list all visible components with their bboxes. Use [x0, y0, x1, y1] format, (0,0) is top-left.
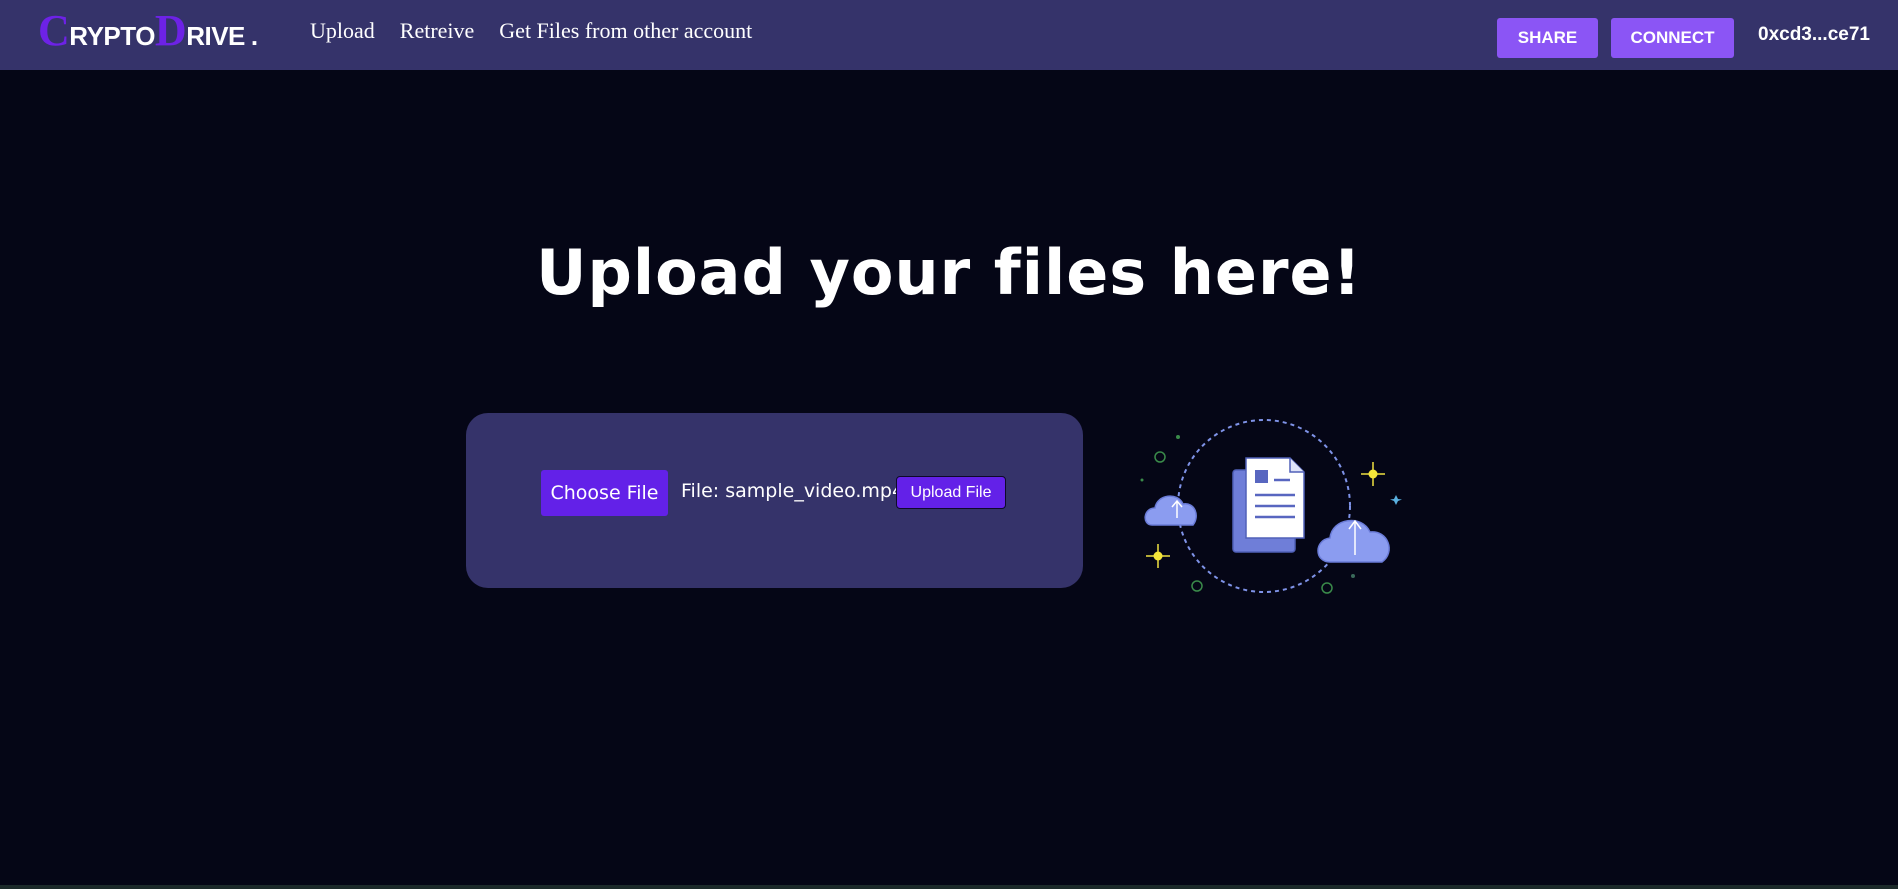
document-icon — [1232, 457, 1305, 553]
brand-letter-c: C — [38, 6, 70, 55]
brand-letter-d: D — [154, 6, 187, 55]
brand-dot: . — [250, 21, 258, 51]
nav-link-get-files[interactable]: Get Files from other account — [499, 18, 752, 44]
sparkle-icon — [1146, 544, 1170, 568]
cloud-upload-icon — [1317, 519, 1390, 563]
brand-word-rive: RIVE — [186, 21, 245, 51]
share-button[interactable]: SHARE — [1497, 18, 1598, 58]
nav-links: Upload Retreive Get Files from other acc… — [310, 18, 752, 44]
top-navbar: C RYPTO D RIVE . Upload Retreive Get Fil… — [0, 0, 1898, 70]
upload-file-button[interactable]: Upload File — [896, 476, 1006, 509]
decor-dot — [1140, 478, 1144, 482]
nav-link-upload[interactable]: Upload — [310, 18, 375, 44]
decor-dot — [1351, 574, 1355, 578]
decor-circle — [1191, 580, 1203, 592]
wallet-address: 0xcd3...ce71 — [1758, 24, 1870, 45]
sparkle-icon — [1390, 495, 1402, 505]
brand-word-rypto: RYPTO — [69, 21, 155, 51]
decor-circle — [1321, 582, 1333, 594]
brand-logo[interactable]: C RYPTO D RIVE . — [38, 6, 258, 56]
page-title: Upload your files here! — [536, 236, 1362, 309]
selected-file-label: File: sample_video.mp4 — [681, 480, 905, 502]
bottom-border — [0, 885, 1898, 889]
decor-circle — [1154, 451, 1166, 463]
decor-dot — [1176, 435, 1180, 439]
cloud-upload-icon — [1144, 495, 1197, 526]
nav-link-retreive[interactable]: Retreive — [400, 18, 475, 44]
upload-illustration — [1130, 410, 1410, 610]
connect-button[interactable]: CONNECT — [1611, 18, 1734, 58]
sparkle-icon — [1361, 462, 1385, 486]
upload-card: Choose File File: sample_video.mp4 Uploa… — [466, 413, 1083, 588]
choose-file-button[interactable]: Choose File — [541, 470, 668, 516]
